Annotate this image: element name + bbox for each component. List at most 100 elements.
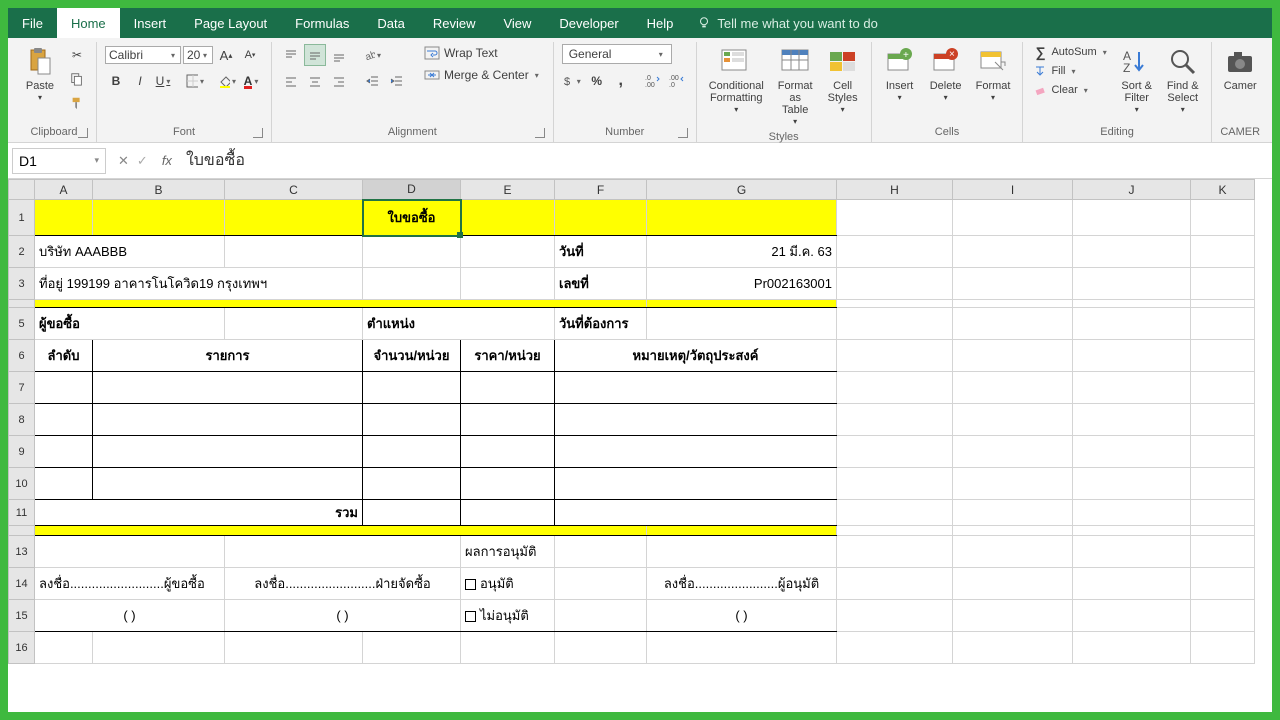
row-header-9[interactable]: 9 xyxy=(9,436,35,468)
decrease-indent-button[interactable] xyxy=(362,70,384,92)
row-header-8[interactable]: 8 xyxy=(9,404,35,436)
cell-D2[interactable] xyxy=(363,236,461,268)
percent-button[interactable]: % xyxy=(586,70,608,92)
dialog-launcher-icon[interactable] xyxy=(678,128,688,138)
col-header-A[interactable]: A xyxy=(35,180,93,200)
cell-F1[interactable] xyxy=(555,200,647,236)
col-header-G[interactable]: G xyxy=(647,180,837,200)
cell-G15[interactable]: ( ) xyxy=(647,600,837,632)
row-header-16[interactable]: 16 xyxy=(9,632,35,664)
cell-C2[interactable] xyxy=(225,236,363,268)
cell-E2[interactable] xyxy=(461,236,555,268)
name-box[interactable]: D1▾ xyxy=(12,148,106,174)
col-header-K[interactable]: K xyxy=(1191,180,1255,200)
decrease-font-button[interactable]: A▾ xyxy=(239,44,261,66)
cell-I1[interactable] xyxy=(953,200,1073,236)
row-header-1[interactable]: 1 xyxy=(9,200,35,236)
row-header-11[interactable]: 11 xyxy=(9,500,35,526)
align-left-button[interactable] xyxy=(280,70,302,92)
fill-button[interactable]: Fill▾ xyxy=(1031,63,1110,79)
cell-K1[interactable] xyxy=(1191,200,1255,236)
cell-A5[interactable]: ผู้ขอซื้อ xyxy=(35,308,225,340)
find-select-button[interactable]: Find & Select▾ xyxy=(1163,44,1203,124)
camera-button[interactable]: Camer xyxy=(1220,44,1261,124)
col-header-E[interactable]: E xyxy=(461,180,555,200)
paste-button[interactable]: Paste ▾ xyxy=(20,44,60,124)
cell-E14[interactable]: อนุมัติ xyxy=(461,568,555,600)
font-color-button[interactable]: A▾ xyxy=(241,70,263,92)
menu-help[interactable]: Help xyxy=(633,8,688,38)
format-cells-button[interactable]: Format▾ xyxy=(972,44,1015,124)
cell-C14[interactable]: ลงชื่อ.........................ฝ่ายจัดซื… xyxy=(225,568,461,600)
cell-A14[interactable]: ลงชื่อ..........................ผู้ขอซื้… xyxy=(35,568,225,600)
cell-G14[interactable]: ลงชื่อ.......................ผู้อนุมัติ xyxy=(647,568,837,600)
cell-A15[interactable]: ( ) xyxy=(35,600,225,632)
row-header-14[interactable]: 14 xyxy=(9,568,35,600)
select-all-corner[interactable] xyxy=(9,180,35,200)
enter-formula-button[interactable]: ✓ xyxy=(137,153,148,169)
col-header-F[interactable]: F xyxy=(555,180,647,200)
cell-F2[interactable]: วันที่ xyxy=(555,236,647,268)
row-header-5[interactable]: 5 xyxy=(9,308,35,340)
menu-home[interactable]: Home xyxy=(57,8,120,38)
borders-button[interactable]: ▾ xyxy=(185,70,207,92)
cell-B1[interactable] xyxy=(93,200,225,236)
sort-filter-button[interactable]: AZ Sort & Filter▾ xyxy=(1117,44,1157,124)
col-header-B[interactable]: B xyxy=(93,180,225,200)
worksheet-grid[interactable]: A B C D E F G H I J K 1 ใบขอซื้อ xyxy=(8,179,1272,712)
insert-cells-button[interactable]: + Insert▾ xyxy=(880,44,920,124)
row-header-13[interactable]: 13 xyxy=(9,536,35,568)
menu-data[interactable]: Data xyxy=(363,8,418,38)
decrease-decimal-button[interactable]: .00.0 xyxy=(666,70,688,92)
orientation-button[interactable]: ab▾ xyxy=(362,44,384,66)
cell-D1[interactable]: ใบขอซื้อ xyxy=(363,200,461,236)
cell-B6[interactable]: รายการ xyxy=(93,340,363,372)
underline-button[interactable]: U▾ xyxy=(153,70,175,92)
autosum-button[interactable]: ∑AutoSum▾ xyxy=(1031,44,1110,60)
cancel-formula-button[interactable]: ✕ xyxy=(118,153,129,169)
format-painter-button[interactable] xyxy=(66,92,88,114)
wrap-text-button[interactable]: Wrap Text xyxy=(420,44,545,62)
delete-cells-button[interactable]: × Delete▾ xyxy=(926,44,966,124)
col-header-I[interactable]: I xyxy=(953,180,1073,200)
fx-icon[interactable]: fx xyxy=(156,153,178,168)
row-header-12[interactable] xyxy=(9,526,35,536)
cell-E1[interactable] xyxy=(461,200,555,236)
align-right-button[interactable] xyxy=(328,70,350,92)
font-name-select[interactable]: Calibri▾ xyxy=(105,46,181,64)
row-header-3[interactable]: 3 xyxy=(9,268,35,300)
cut-button[interactable]: ✂ xyxy=(66,44,88,66)
dialog-launcher-icon[interactable] xyxy=(78,128,88,138)
tell-me-search[interactable]: Tell me what you want to do xyxy=(687,8,887,38)
conditional-formatting-button[interactable]: Conditional Formatting▾ xyxy=(705,44,768,129)
number-format-select[interactable]: General▾ xyxy=(562,44,672,64)
col-header-D[interactable]: D xyxy=(363,180,461,200)
cell-A11[interactable]: รวม xyxy=(35,500,363,526)
cell-F3[interactable]: เลขที่ xyxy=(555,268,647,300)
col-header-J[interactable]: J xyxy=(1073,180,1191,200)
align-top-button[interactable] xyxy=(280,44,302,66)
cell-E15[interactable]: ไม่อนุมัติ xyxy=(461,600,555,632)
cell-G2[interactable]: 21 มี.ค. 63 xyxy=(647,236,837,268)
cell-C15[interactable]: ( ) xyxy=(225,600,461,632)
cell-A3[interactable]: ที่อยู่ 199199 อาคารโนโควิด19 กรุงเทพฯ xyxy=(35,268,363,300)
cell-C1[interactable] xyxy=(225,200,363,236)
menu-file[interactable]: File xyxy=(8,8,57,38)
accounting-format-button[interactable]: $▾ xyxy=(562,70,584,92)
cell-G1[interactable] xyxy=(647,200,837,236)
formula-input[interactable] xyxy=(178,148,1272,174)
cell-D5[interactable]: ตำแหน่ง xyxy=(363,308,555,340)
checkbox-icon[interactable] xyxy=(465,579,476,590)
cell-G3[interactable]: Pr002163001 xyxy=(647,268,837,300)
align-bottom-button[interactable] xyxy=(328,44,350,66)
cell-A2[interactable]: บริษัท AAABBB xyxy=(35,236,225,268)
cell-D3[interactable] xyxy=(363,268,461,300)
clear-button[interactable]: Clear▾ xyxy=(1031,82,1110,98)
row-header-2[interactable]: 2 xyxy=(9,236,35,268)
cell-E3[interactable] xyxy=(461,268,555,300)
cell-F6[interactable]: หมายเหตุ/วัตถุประสงค์ xyxy=(555,340,837,372)
increase-decimal-button[interactable]: .0.00 xyxy=(642,70,664,92)
menu-formulas[interactable]: Formulas xyxy=(281,8,363,38)
row-header-4[interactable] xyxy=(9,300,35,308)
italic-button[interactable]: I xyxy=(129,70,151,92)
